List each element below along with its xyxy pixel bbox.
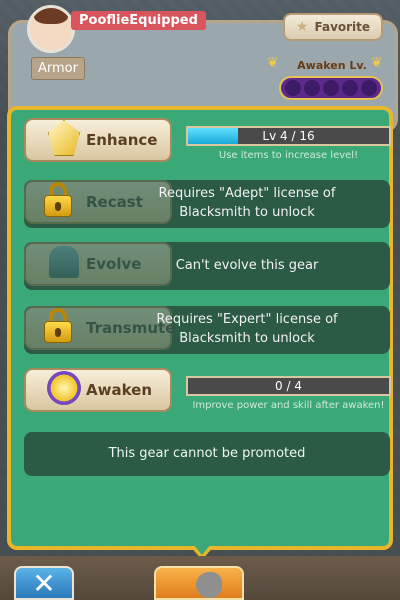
enhance-row: Enhance Lv 4 / 16 Use items to increase … — [24, 118, 391, 166]
recast-lock-message: Requires "Adept" license of Blacksmith t… — [114, 184, 380, 222]
enhance-hint: Use items to increase level! — [218, 150, 359, 161]
transmute-row: Transmute Requires "Expert" license of B… — [24, 306, 390, 354]
awaken-row: Awaken 0 / 4 Improve power and skill aft… — [24, 368, 391, 416]
awaken-slot — [342, 80, 358, 96]
gear-actions-panel: Enhance Lv 4 / 16 Use items to increase … — [7, 106, 393, 550]
recast-row: Recast Requires "Adept" license of Black… — [24, 180, 390, 228]
gear-category-tag: Armor — [31, 57, 85, 80]
awaken-progress-bar: 0 / 4 — [186, 376, 391, 396]
enhance-progress-bar: Lv 4 / 16 — [186, 126, 391, 146]
awaken-hint: Improve power and skill after awaken! — [192, 400, 385, 411]
awaken-level-meter — [279, 76, 383, 100]
transmute-lock-line-2: Blacksmith to unlock — [179, 331, 315, 346]
awaken-label: Awaken — [86, 381, 153, 399]
panel-pointer-inner — [193, 544, 211, 555]
recast-lock-line-1: Requires "Adept" license of — [158, 186, 336, 201]
right-wing-icon: ❦ — [371, 55, 383, 71]
left-wing-icon: ❦ — [267, 55, 279, 71]
enhance-label: Enhance — [86, 131, 158, 149]
awaken-progress-text: 0 / 4 — [275, 379, 302, 393]
lock-icon — [44, 308, 72, 344]
close-button[interactable]: ✕ — [14, 566, 74, 600]
awaken-button[interactable]: Awaken — [24, 368, 172, 412]
transmute-lock-message: Requires "Expert" license of Blacksmith … — [114, 310, 380, 348]
awaken-slot — [304, 80, 320, 96]
lock-icon — [44, 182, 72, 218]
promote-status: This gear cannot be promoted — [108, 446, 306, 461]
recast-lock-line-2: Blacksmith to unlock — [179, 205, 315, 220]
username-label: PooflieEquipped — [71, 11, 206, 30]
transmute-lock-line-1: Requires "Expert" license of — [156, 312, 338, 327]
favorite-button[interactable]: ★ Favorite — [283, 13, 383, 41]
favorite-label: Favorite — [314, 20, 371, 34]
crystal-icon — [42, 116, 86, 160]
enhance-progress-text: Lv 4 / 16 — [262, 129, 315, 143]
awaken-slot — [361, 80, 377, 96]
awaken-level-label: Awaken Lv. — [297, 59, 367, 72]
enhance-button[interactable]: Enhance — [24, 118, 172, 162]
player-avatar[interactable] — [27, 5, 75, 53]
awaken-orb-icon — [42, 366, 86, 410]
promote-row: This gear cannot be promoted — [24, 432, 390, 476]
star-icon: ★ — [295, 19, 309, 35]
awaken-slot — [323, 80, 339, 96]
awaken-slot — [285, 80, 301, 96]
evolve-status: Can't evolve this gear — [175, 258, 319, 273]
evolve-icon — [42, 240, 86, 284]
gear-item-icon — [196, 572, 222, 598]
selected-gear-slot[interactable] — [154, 566, 244, 600]
evolve-row: Evolve Can't evolve this gear — [24, 242, 390, 290]
